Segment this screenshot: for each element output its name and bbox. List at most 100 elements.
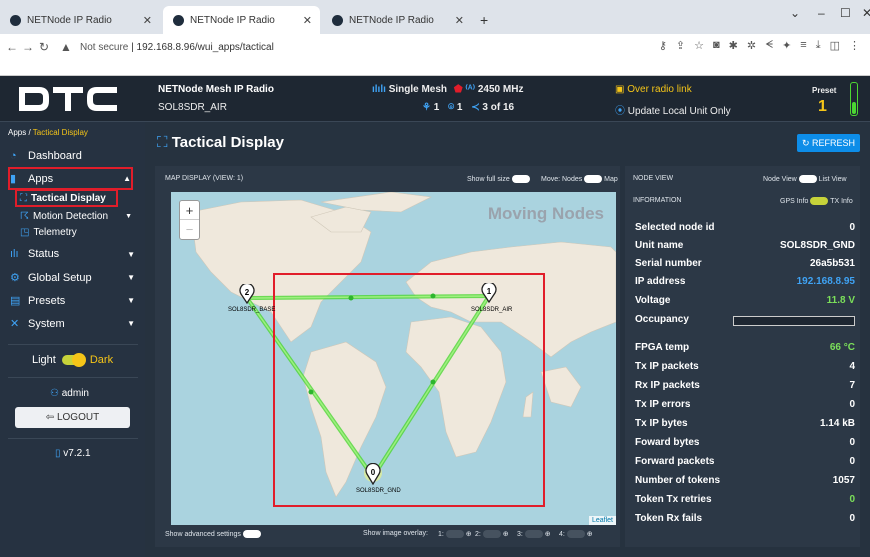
toolbar-icons: ⚷ ⇪ ☆ ◙ ✱ ✲ ᗕ ✦ ≡ ⤓ ◫ ⋮ [659,39,860,52]
crosshair-icon[interactable]: ⊕ [503,531,509,538]
refresh-button[interactable]: ↻ REFRESH [797,134,860,152]
info-value: 7 [849,380,855,391]
mesh-counts: ⚘ 1 ⌾ 1 ≺ 3 of 16 [422,102,514,113]
view-toggle[interactable] [798,175,817,183]
node-view-label: Node View [763,175,797,183]
nodes-icon: ⚘ [422,102,431,113]
overlay-toggle[interactable] [566,530,585,539]
overlay-toggle[interactable] [524,530,543,539]
reload-icon[interactable]: ↻ [36,40,52,54]
update-local[interactable]: ⦿ Update Local Unit Only [615,102,731,117]
app: NETNode Mesh IP Radio SOL8SDR_AIR ılılı … [0,76,870,557]
sidebar-item-label: Presets [28,294,66,307]
info-switch[interactable]: GPS Info TX Info [780,197,853,205]
pins-count: 1 [456,102,463,113]
close-window-icon[interactable]: ✕ [862,6,870,20]
warning-icon: ▲ [60,40,72,54]
browser-tab-1[interactable]: NETNode IP Radio ✕ [0,6,160,34]
new-tab-icon[interactable]: + [480,12,488,28]
sidebar-item-system[interactable]: ✕ System ▼ [10,317,135,331]
breadcrumb-apps[interactable]: Apps [8,128,26,137]
star-icon[interactable]: ☆ [694,39,704,52]
menu-icon[interactable]: ⋮ [849,39,860,52]
frequency: 2450 MHz [477,84,524,95]
extension-icon[interactable]: ✲ [747,39,756,52]
sidebar-item-status[interactable]: ılı Status ▼ [10,248,135,260]
sidebar: Apps / Tactical Display ◔ Dashboard ▮ Apps… [0,122,145,557]
full-size-toggle[interactable] [511,175,530,183]
browser-tab-2[interactable]: NETNode IP Radio ✕ [163,6,320,34]
sidebar-item-presets[interactable]: ▤ Presets ▼ [10,294,135,308]
info-label: Tx IP errors [635,399,691,410]
extension-icon[interactable]: ✱ [729,39,738,52]
node-view-panel: NODE VIEW Node View List View INFORMATIO… [625,166,860,547]
address-input[interactable]: Not secure | 192.168.8.96/wui_apps/tacti… [80,42,274,53]
download-icon[interactable]: ⤓ [816,39,821,52]
tab-title: NETNode IP Radio [190,14,275,26]
info-label: Unit name [635,240,684,251]
reading-list-icon[interactable]: ≡ [800,39,806,52]
theme-toggle[interactable] [61,353,86,367]
chevron-down-icon[interactable]: ⌄ [790,6,800,20]
advanced-toggle[interactable] [242,530,261,538]
crosshair-icon[interactable]: ⊕ [466,531,472,538]
info-row: Voltage 11.8 V [635,295,855,306]
forward-icon[interactable]: → [20,40,36,54]
node-marker-2[interactable]: 2 [239,284,255,304]
leaflet-attribution[interactable]: Leaflet [588,516,616,525]
breadcrumb-current: Tactical Display [32,128,88,137]
zoom-in-button[interactable]: + [180,201,199,220]
puzzle-icon[interactable]: ✦ [782,39,791,52]
signal-icon: ılı [10,248,19,260]
map-canvas[interactable]: + − Moving Nodes 2 SOL8SDR_BASE 1 SOL8SD… [171,192,616,525]
overlay-toggle[interactable] [482,530,501,539]
sidebar-item-global-setup[interactable]: ⚙ Global Setup ▼ [10,271,135,285]
sidebar-item-dashboard[interactable]: ◔ Dashboard [10,150,135,162]
node-marker-0[interactable]: 0 [364,463,382,485]
overlay-slot-3[interactable]: 3: ⊕ [517,530,551,539]
sidebar-item-motion-detection[interactable]: ☈ Motion Detection ▼ [20,211,132,222]
sidebar-item-telemetry[interactable]: ◳ Telemetry [20,227,77,238]
overlay-slot-4[interactable]: 4: ⊕ [559,530,593,539]
overlay-slot-1[interactable]: 1: ⊕ [438,530,472,539]
address-bar-row: ← → ↻ ▲ Not secure | 192.168.8.96/wui_ap… [0,34,870,60]
info-toggle[interactable] [810,197,829,205]
back-icon[interactable]: ← [4,40,20,54]
sidebar-item-label: Status [28,248,60,260]
zoom-out-button[interactable]: − [180,220,199,239]
crosshair-icon[interactable]: ⊕ [587,531,593,538]
key-icon[interactable]: ⚷ [659,39,667,52]
overlay-slot-2[interactable]: 2: ⊕ [475,530,509,539]
crosshair-icon[interactable]: ⊕ [545,531,551,538]
theme-switch[interactable]: Light Dark [32,353,113,367]
tools-icon: ✕ [10,318,20,330]
overlay-slot-label: 2: [475,531,481,538]
share-count: 3 of 16 [482,102,515,113]
extension-icon[interactable]: ᗕ [765,39,773,52]
close-tab-icon[interactable]: ✕ [143,14,152,27]
info-value: 11.8 V [826,295,855,306]
overlay-toggle[interactable] [445,530,464,539]
sidepanel-icon[interactable]: ◫ [830,39,840,52]
move-toggle[interactable]: Move: Nodes Map [541,175,618,183]
browser-tab-3[interactable]: NETNode IP Radio ✕ [322,6,472,34]
node-marker-1[interactable]: 1 [481,283,497,303]
close-tab-icon[interactable]: ✕ [303,14,312,27]
logout-button[interactable]: ⇦ LOGOUT [15,407,130,428]
telemetry-icon: ◳ [20,227,30,238]
nodes-count: 1 [433,102,440,113]
close-tab-icon[interactable]: ✕ [455,14,464,27]
show-advanced[interactable]: Show advanced settings [165,530,261,538]
gps-info-label: GPS Info [780,197,809,205]
over-radio-link[interactable]: ▣ Over radio link [615,84,692,95]
maximize-icon[interactable]: ☐ [840,6,851,20]
view-switch[interactable]: Node View List View [763,175,847,183]
move-mode-toggle[interactable] [584,175,603,183]
show-full-size[interactable]: Show full size [467,175,530,183]
minimize-icon[interactable]: – [818,6,825,20]
share-icon[interactable]: ⇪ [676,39,685,52]
version-label: v7.2.1 [63,448,91,459]
extension-icon[interactable]: ◙ [713,39,720,52]
mesh-info: ılılı Single Mesh ⬟ ⁽ᴬ⁾ 2450 MHz [372,84,523,95]
running-icon: ☈ [20,211,29,222]
